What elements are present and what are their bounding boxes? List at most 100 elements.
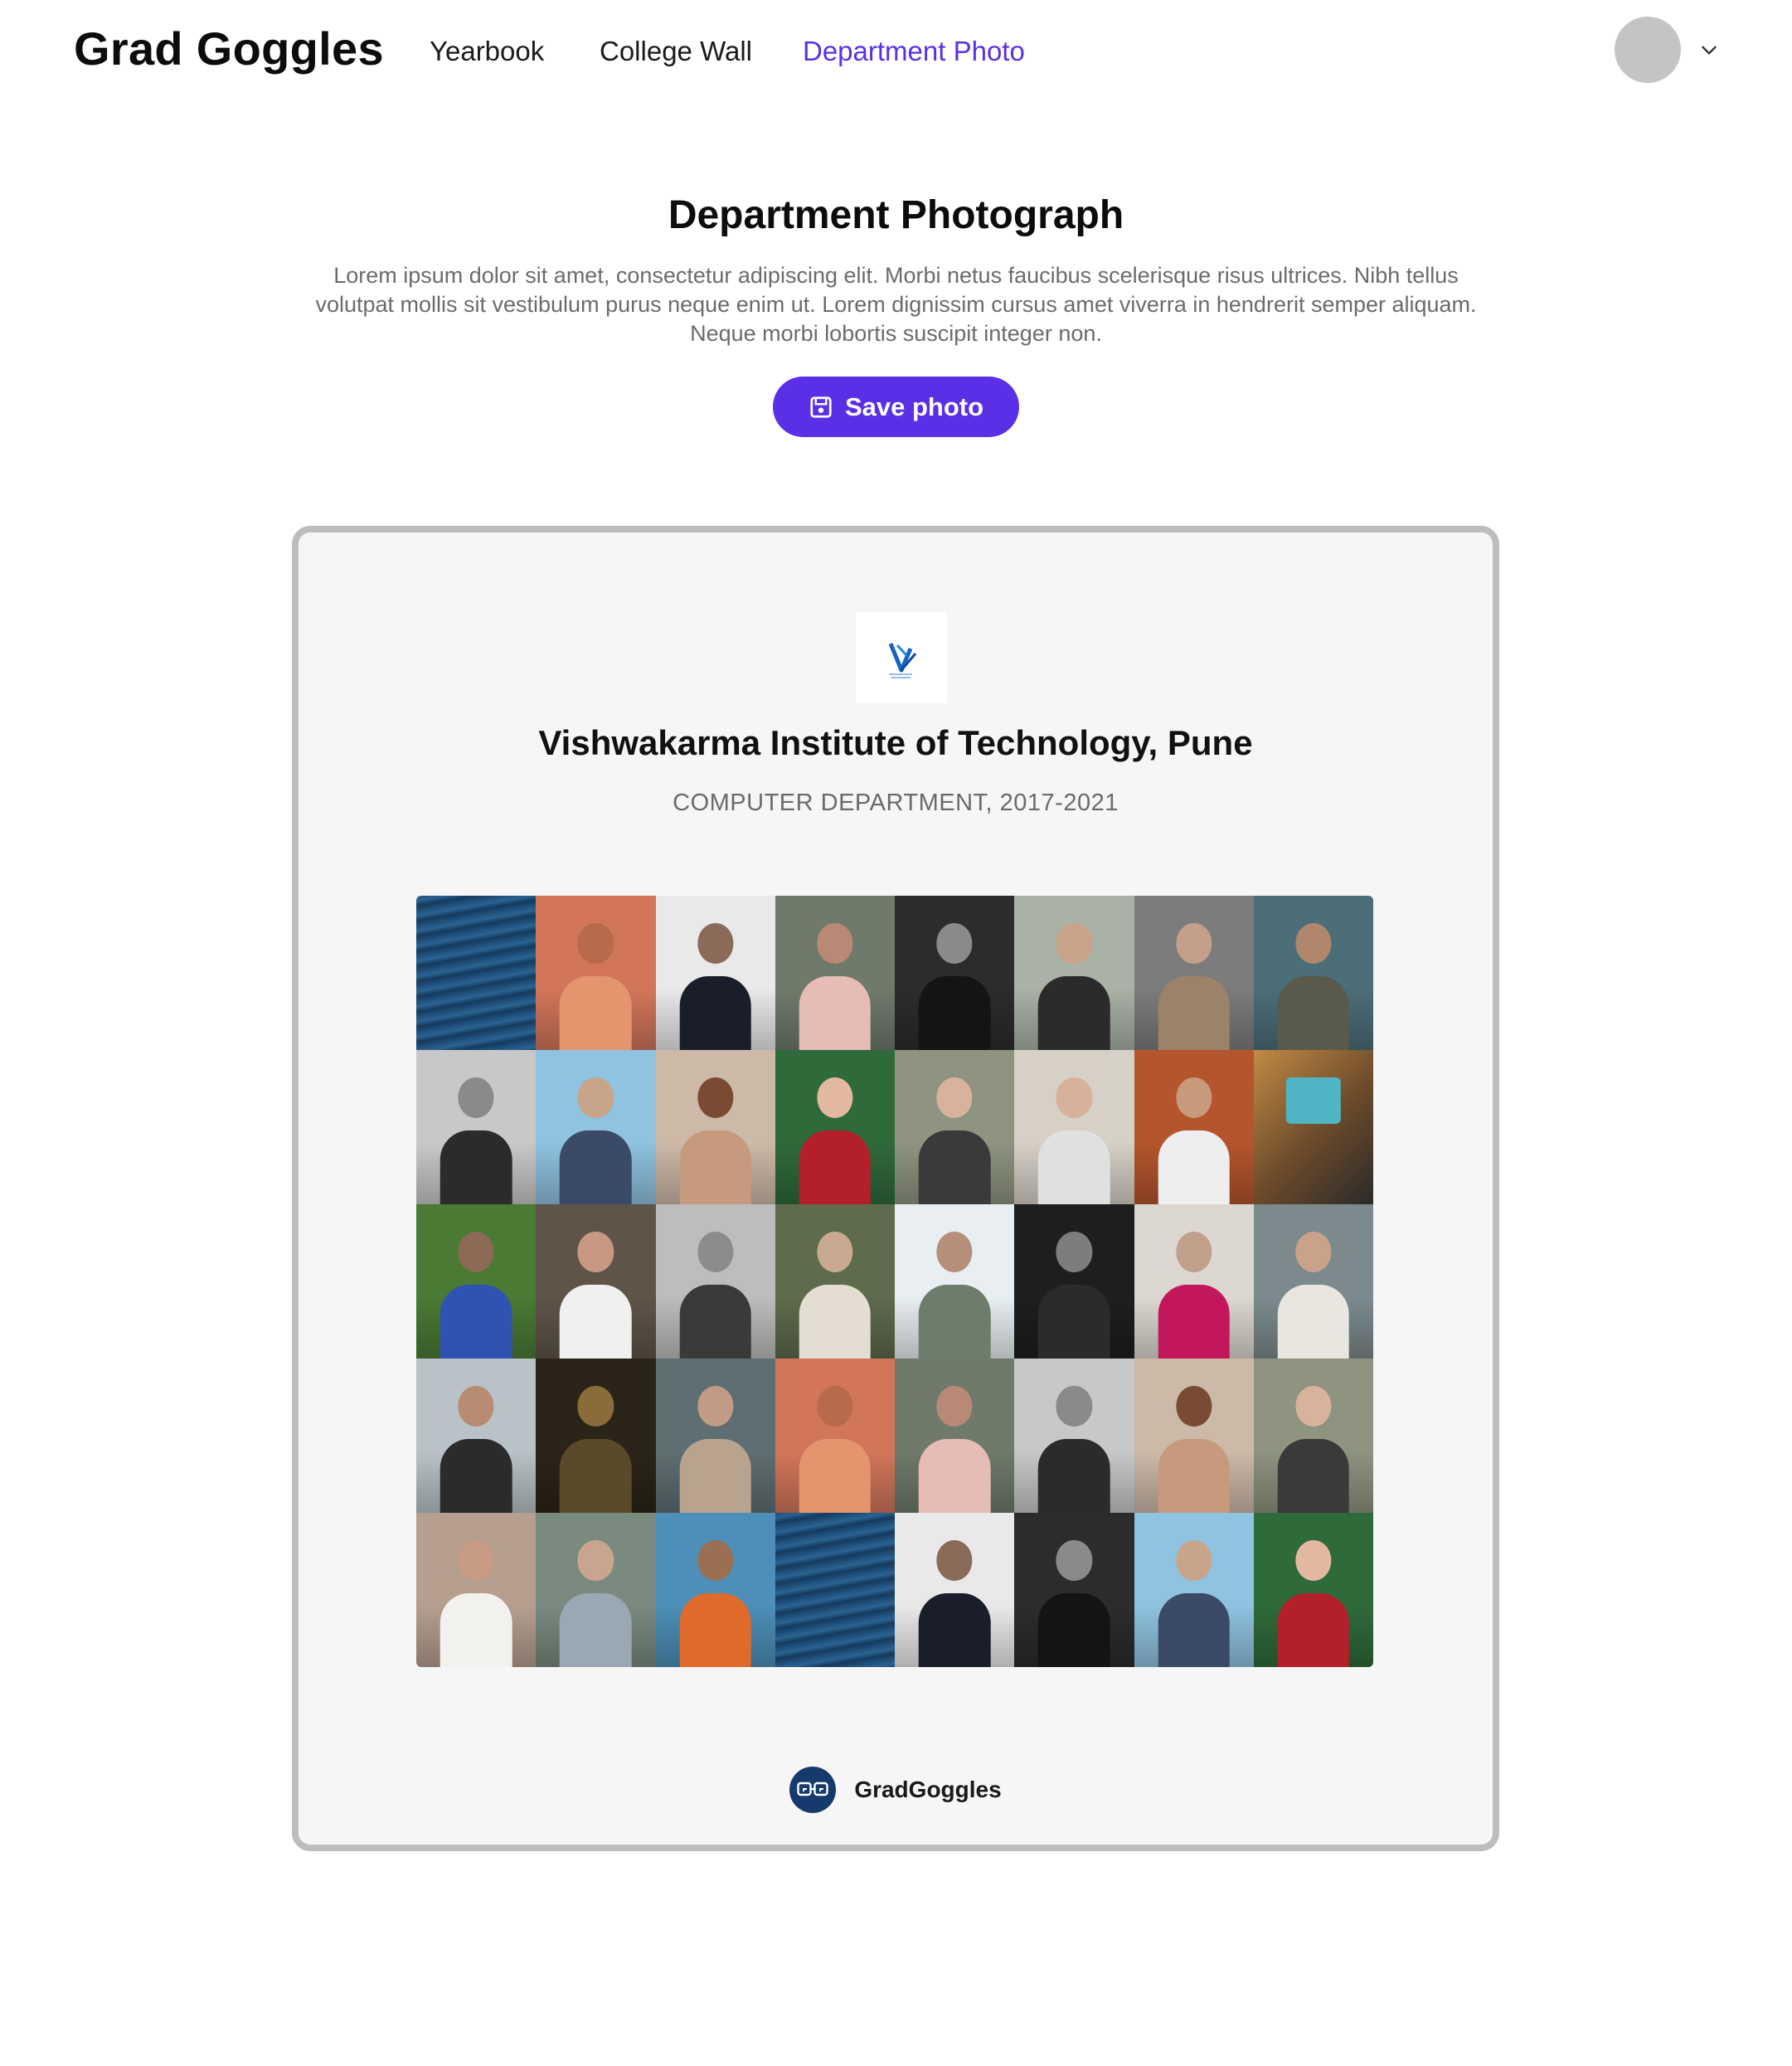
save-icon [810,396,832,418]
collage-photo-face [1056,1232,1093,1272]
collage-photo [775,1204,895,1359]
collage-photo-face [1295,1540,1332,1581]
nav-college-wall[interactable]: College Wall [600,32,752,71]
collage-photo-face [1175,1232,1212,1272]
collage-photo-face [1056,1540,1093,1581]
collage-photo-figure [679,1592,751,1667]
collage-photo-figure [799,1130,872,1204]
collage-photo-face [936,1232,973,1272]
user-avatar[interactable] [1615,17,1681,83]
collage-photo [895,1359,1015,1513]
collage-photo-face [817,1077,853,1118]
collage-photo-face [1175,1386,1212,1427]
collage-photo-face [1175,1540,1212,1581]
card-footer: GradGoggles [299,1767,1493,1813]
chevron-down-icon[interactable] [1698,39,1720,61]
collage-photo-figure [1277,1438,1350,1513]
collage-photo [655,1204,775,1359]
collage-photo [1014,896,1134,1050]
collage-photo-face [1295,1232,1332,1272]
collage-photo-face [458,1386,494,1427]
collage-photo [775,1050,895,1204]
collage-photo-face [458,1077,494,1118]
collage-photo-face [936,1386,973,1427]
collage-photo-figure [1038,975,1110,1050]
collage-photo [895,896,1015,1050]
save-photo-button[interactable]: Save photo [773,377,1019,437]
collage-photo-figure [1158,975,1230,1050]
collage-photo [655,896,775,1050]
save-photo-label: Save photo [844,391,984,421]
collage-photo-figure [679,1284,751,1359]
collage-photo [536,1513,656,1667]
collage-photo [536,1050,656,1204]
collage-photo-face [1295,1386,1332,1427]
collage-photo-figure [1277,1284,1350,1359]
collage-photo [655,1050,775,1204]
collage-photo-face [1175,923,1212,964]
collage-photo [1014,1204,1134,1359]
collage-photo-face [1056,1386,1093,1427]
collage-photo [536,1204,656,1359]
collage-photo-figure [440,1592,512,1667]
department-label: COMPUTER DEPARTMENT, 2017-2021 [673,790,1119,816]
collage-photo-face [936,923,973,964]
collage-photo [416,1050,537,1204]
photo-collage [416,896,1373,1667]
vit-logo-icon [888,643,917,678]
collage-photo-figure [918,1284,991,1359]
collage-photo-figure [1038,1284,1110,1359]
collage-photo [1134,896,1254,1050]
collage-photo [1014,1513,1134,1667]
collage-photo [416,896,537,1050]
collage-photo-figure [560,1284,632,1359]
page-description: Lorem ipsum dolor sit amet, consectetur … [315,263,1477,346]
collage-photo [1134,1359,1254,1513]
collage-photo-face [577,1077,614,1118]
collage-photo [1253,1359,1373,1513]
collage-photo [775,1359,895,1513]
top-nav: Grad Goggles Yearbook College Wall Depar… [0,0,1792,104]
collage-photo-figure [679,1438,751,1513]
collage-photo [1253,1513,1373,1667]
collage-photo-face [936,1540,973,1581]
collage-photo [1253,1050,1373,1204]
collage-photo-figure [679,1130,751,1204]
collage-photo-figure [560,1438,632,1513]
collage-photo-figure [1158,1284,1230,1359]
brand-logo[interactable]: Grad Goggles [74,20,384,78]
collage-photo-figure [1277,975,1350,1050]
collage-photo-face [577,1386,614,1427]
collage-photo [1253,896,1373,1050]
collage-photo [1014,1359,1134,1513]
collage-photo [895,1513,1015,1667]
collage-photo [1134,1050,1254,1204]
collage-photo [655,1513,775,1667]
collage-photo [416,1513,537,1667]
collage-photo-face [458,1540,494,1581]
nav-department-photo[interactable]: Department Photo [803,32,1025,71]
collage-photo-face [817,1386,853,1427]
collage-photo [655,1359,775,1513]
collage-photo-figure [1038,1438,1110,1513]
collage-photo-figure [918,975,991,1050]
collage-photo [775,896,895,1050]
collage-photo-figure [560,1130,632,1204]
collage-photo-figure [440,1284,512,1359]
collage-photo-shape [1285,1077,1342,1125]
collage-photo-face [817,923,853,964]
collage-photo-figure [1158,1438,1230,1513]
page-title: Department Photograph [668,193,1124,237]
collage-photo-face [936,1077,973,1118]
collage-photo [895,1204,1015,1359]
collage-photo [1134,1513,1254,1667]
nav-yearbook[interactable]: Yearbook [430,32,544,71]
footer-brand-name: GradGoggles [854,1777,1002,1802]
gradgoggles-logo-icon [789,1767,837,1813]
collage-photo-face [817,1232,853,1272]
collage-photo-figure [1158,1130,1230,1204]
collage-photo [536,1359,656,1513]
institute-name: Vishwakarma Institute of Technology, Pun… [538,723,1253,762]
collage-photo-figure [918,1438,991,1513]
collage-photo-figure [1038,1592,1110,1667]
